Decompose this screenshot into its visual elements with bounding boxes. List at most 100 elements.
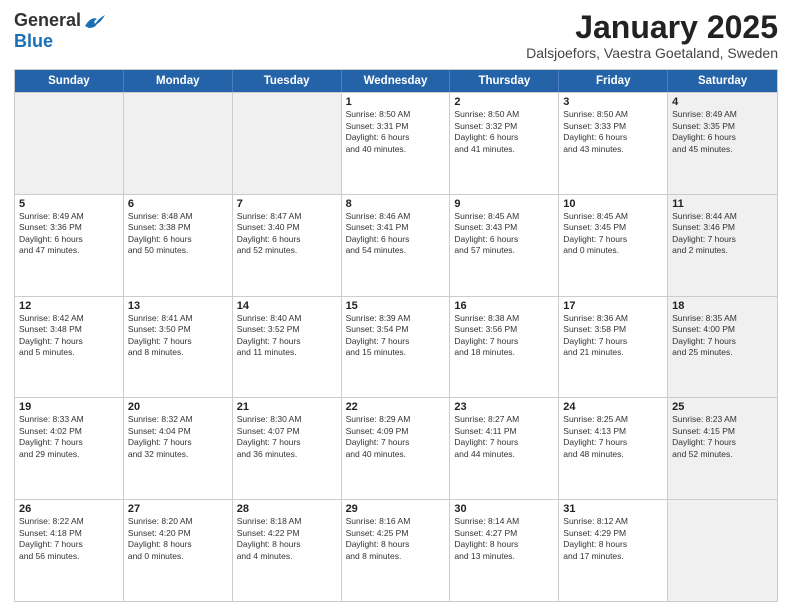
cell-info: Sunrise: 8:41 AM Sunset: 3:50 PM Dayligh… [128,313,228,359]
day-number: 22 [346,401,446,413]
cell-info: Sunrise: 8:49 AM Sunset: 3:35 PM Dayligh… [672,109,773,155]
calendar-cell: 19Sunrise: 8:33 AM Sunset: 4:02 PM Dayli… [15,398,124,499]
day-number: 31 [563,503,663,515]
calendar-cell [15,93,124,194]
cell-info: Sunrise: 8:46 AM Sunset: 3:41 PM Dayligh… [346,211,446,257]
day-number: 12 [19,300,119,312]
cell-info: Sunrise: 8:12 AM Sunset: 4:29 PM Dayligh… [563,516,663,562]
cell-info: Sunrise: 8:50 AM Sunset: 3:32 PM Dayligh… [454,109,554,155]
calendar-cell: 16Sunrise: 8:38 AM Sunset: 3:56 PM Dayli… [450,297,559,398]
calendar-cell: 23Sunrise: 8:27 AM Sunset: 4:11 PM Dayli… [450,398,559,499]
cell-info: Sunrise: 8:45 AM Sunset: 3:45 PM Dayligh… [563,211,663,257]
day-number: 8 [346,198,446,210]
cell-info: Sunrise: 8:33 AM Sunset: 4:02 PM Dayligh… [19,414,119,460]
day-number: 11 [672,198,773,210]
calendar-cell: 8Sunrise: 8:46 AM Sunset: 3:41 PM Daylig… [342,195,451,296]
day-number: 16 [454,300,554,312]
calendar-cell: 9Sunrise: 8:45 AM Sunset: 3:43 PM Daylig… [450,195,559,296]
cell-info: Sunrise: 8:36 AM Sunset: 3:58 PM Dayligh… [563,313,663,359]
cell-info: Sunrise: 8:20 AM Sunset: 4:20 PM Dayligh… [128,516,228,562]
header-cell-thursday: Thursday [450,70,559,92]
calendar-cell: 7Sunrise: 8:47 AM Sunset: 3:40 PM Daylig… [233,195,342,296]
cell-info: Sunrise: 8:29 AM Sunset: 4:09 PM Dayligh… [346,414,446,460]
calendar-cell: 28Sunrise: 8:18 AM Sunset: 4:22 PM Dayli… [233,500,342,601]
day-number: 28 [237,503,337,515]
calendar-cell [668,500,777,601]
cell-info: Sunrise: 8:39 AM Sunset: 3:54 PM Dayligh… [346,313,446,359]
day-number: 27 [128,503,228,515]
calendar-cell: 29Sunrise: 8:16 AM Sunset: 4:25 PM Dayli… [342,500,451,601]
cell-info: Sunrise: 8:35 AM Sunset: 4:00 PM Dayligh… [672,313,773,359]
cell-info: Sunrise: 8:50 AM Sunset: 3:31 PM Dayligh… [346,109,446,155]
cell-info: Sunrise: 8:40 AM Sunset: 3:52 PM Dayligh… [237,313,337,359]
cell-info: Sunrise: 8:49 AM Sunset: 3:36 PM Dayligh… [19,211,119,257]
cell-info: Sunrise: 8:16 AM Sunset: 4:25 PM Dayligh… [346,516,446,562]
calendar-cell: 25Sunrise: 8:23 AM Sunset: 4:15 PM Dayli… [668,398,777,499]
calendar-cell: 27Sunrise: 8:20 AM Sunset: 4:20 PM Dayli… [124,500,233,601]
calendar-cell: 22Sunrise: 8:29 AM Sunset: 4:09 PM Dayli… [342,398,451,499]
day-number: 15 [346,300,446,312]
logo-blue-text: Blue [14,31,53,52]
calendar-cell [233,93,342,194]
logo-bird-icon [83,12,105,30]
day-number: 19 [19,401,119,413]
calendar-row-3: 19Sunrise: 8:33 AM Sunset: 4:02 PM Dayli… [15,397,777,499]
day-number: 29 [346,503,446,515]
calendar-row-2: 12Sunrise: 8:42 AM Sunset: 3:48 PM Dayli… [15,296,777,398]
cell-info: Sunrise: 8:25 AM Sunset: 4:13 PM Dayligh… [563,414,663,460]
day-number: 13 [128,300,228,312]
calendar-cell: 20Sunrise: 8:32 AM Sunset: 4:04 PM Dayli… [124,398,233,499]
calendar-row-1: 5Sunrise: 8:49 AM Sunset: 3:36 PM Daylig… [15,194,777,296]
calendar-cell: 11Sunrise: 8:44 AM Sunset: 3:46 PM Dayli… [668,195,777,296]
calendar-header-row: SundayMondayTuesdayWednesdayThursdayFrid… [15,70,777,92]
logo-general-text: General [14,10,81,31]
calendar-body: 1Sunrise: 8:50 AM Sunset: 3:31 PM Daylig… [15,92,777,601]
cell-info: Sunrise: 8:47 AM Sunset: 3:40 PM Dayligh… [237,211,337,257]
day-number: 4 [672,96,773,108]
calendar-cell: 3Sunrise: 8:50 AM Sunset: 3:33 PM Daylig… [559,93,668,194]
cell-info: Sunrise: 8:30 AM Sunset: 4:07 PM Dayligh… [237,414,337,460]
header-cell-friday: Friday [559,70,668,92]
cell-info: Sunrise: 8:14 AM Sunset: 4:27 PM Dayligh… [454,516,554,562]
calendar-cell [124,93,233,194]
cell-info: Sunrise: 8:50 AM Sunset: 3:33 PM Dayligh… [563,109,663,155]
calendar-cell: 18Sunrise: 8:35 AM Sunset: 4:00 PM Dayli… [668,297,777,398]
calendar-row-4: 26Sunrise: 8:22 AM Sunset: 4:18 PM Dayli… [15,499,777,601]
cell-info: Sunrise: 8:22 AM Sunset: 4:18 PM Dayligh… [19,516,119,562]
cell-info: Sunrise: 8:27 AM Sunset: 4:11 PM Dayligh… [454,414,554,460]
calendar-cell: 1Sunrise: 8:50 AM Sunset: 3:31 PM Daylig… [342,93,451,194]
day-number: 26 [19,503,119,515]
calendar-cell: 12Sunrise: 8:42 AM Sunset: 3:48 PM Dayli… [15,297,124,398]
calendar-title: January 2025 [526,10,778,45]
calendar-cell: 14Sunrise: 8:40 AM Sunset: 3:52 PM Dayli… [233,297,342,398]
cell-info: Sunrise: 8:45 AM Sunset: 3:43 PM Dayligh… [454,211,554,257]
title-section: January 2025 Dalsjoefors, Vaestra Goetal… [526,10,778,61]
header-cell-monday: Monday [124,70,233,92]
day-number: 10 [563,198,663,210]
calendar-cell: 2Sunrise: 8:50 AM Sunset: 3:32 PM Daylig… [450,93,559,194]
calendar-cell: 13Sunrise: 8:41 AM Sunset: 3:50 PM Dayli… [124,297,233,398]
calendar-row-0: 1Sunrise: 8:50 AM Sunset: 3:31 PM Daylig… [15,92,777,194]
day-number: 25 [672,401,773,413]
cell-info: Sunrise: 8:32 AM Sunset: 4:04 PM Dayligh… [128,414,228,460]
cell-info: Sunrise: 8:18 AM Sunset: 4:22 PM Dayligh… [237,516,337,562]
calendar-cell: 15Sunrise: 8:39 AM Sunset: 3:54 PM Dayli… [342,297,451,398]
header-cell-tuesday: Tuesday [233,70,342,92]
cell-info: Sunrise: 8:42 AM Sunset: 3:48 PM Dayligh… [19,313,119,359]
day-number: 20 [128,401,228,413]
day-number: 5 [19,198,119,210]
day-number: 2 [454,96,554,108]
day-number: 24 [563,401,663,413]
header-cell-wednesday: Wednesday [342,70,451,92]
day-number: 1 [346,96,446,108]
calendar-cell: 10Sunrise: 8:45 AM Sunset: 3:45 PM Dayli… [559,195,668,296]
calendar-cell: 4Sunrise: 8:49 AM Sunset: 3:35 PM Daylig… [668,93,777,194]
day-number: 9 [454,198,554,210]
day-number: 30 [454,503,554,515]
calendar-cell: 17Sunrise: 8:36 AM Sunset: 3:58 PM Dayli… [559,297,668,398]
logo: General Blue [14,10,105,52]
calendar-cell: 24Sunrise: 8:25 AM Sunset: 4:13 PM Dayli… [559,398,668,499]
day-number: 7 [237,198,337,210]
day-number: 21 [237,401,337,413]
calendar-subtitle: Dalsjoefors, Vaestra Goetaland, Sweden [526,45,778,61]
